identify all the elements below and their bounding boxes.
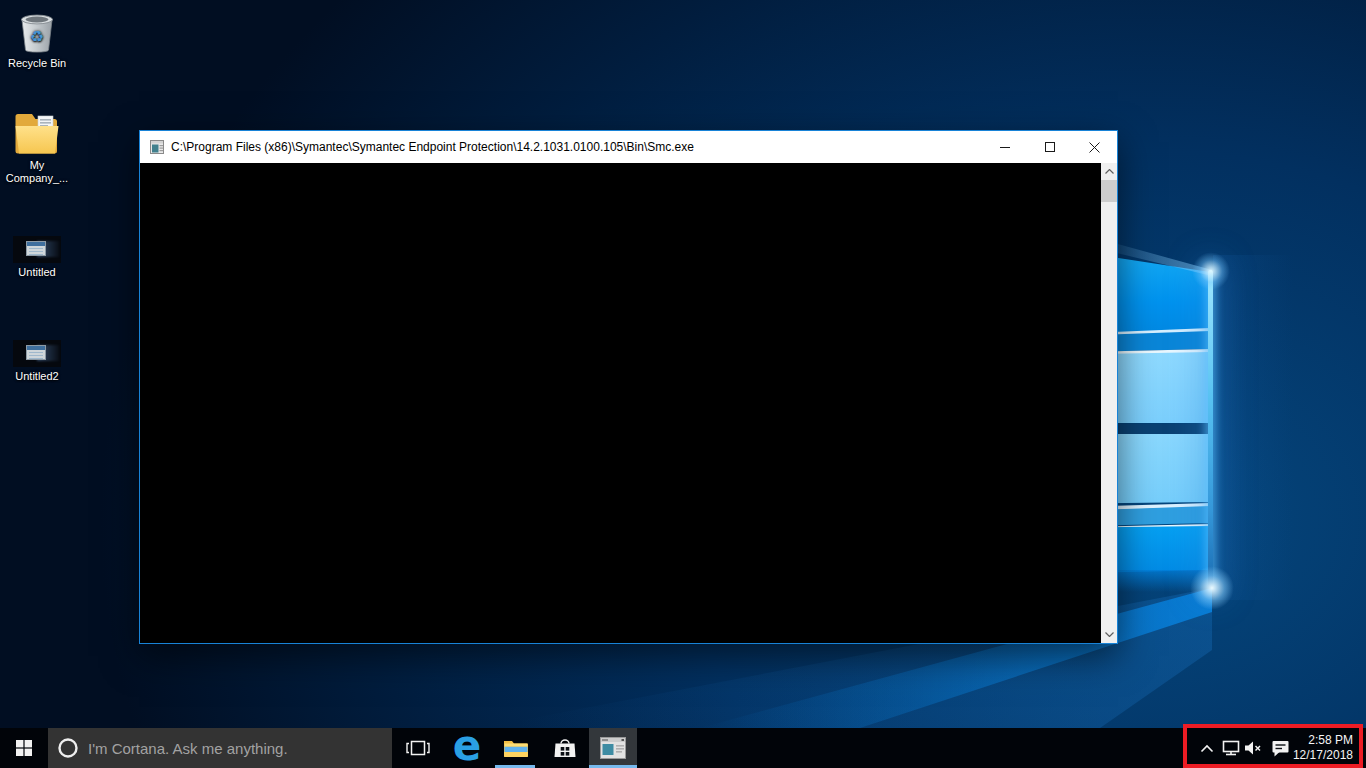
task-view-icon (406, 738, 430, 758)
recycle-bin-icon: ♻ (17, 8, 57, 54)
wallpaper-glow (1213, 255, 1293, 600)
edge-browser-button[interactable]: e (443, 728, 491, 768)
desktop-icon-untitled[interactable]: Untitled (0, 236, 74, 279)
console-output[interactable] (140, 163, 1101, 643)
scroll-up-button[interactable] (1101, 163, 1117, 180)
chevron-up-icon (1105, 169, 1114, 174)
close-icon (1089, 142, 1100, 153)
file-explorer-icon (503, 737, 529, 759)
desktop-icon-my-company-folder[interactable]: My Company_... (0, 110, 74, 185)
wallpaper-glow (1190, 566, 1234, 610)
cortana-icon (57, 737, 79, 759)
desktop-icon-label: Recycle Bin (1, 57, 73, 70)
store-icon (552, 736, 578, 760)
svg-text:e: e (453, 734, 482, 762)
maximize-button[interactable] (1027, 131, 1072, 163)
untitled2-thumbnail-icon (13, 340, 61, 367)
minimize-button[interactable] (982, 131, 1027, 163)
start-button[interactable] (0, 728, 48, 768)
close-button[interactable] (1072, 131, 1117, 163)
minimize-icon (1000, 142, 1010, 152)
console-window-icon (600, 737, 626, 759)
console-app-icon (150, 140, 164, 154)
wallpaper-glow (1192, 252, 1230, 290)
window-titlebar[interactable]: C:\Program Files (x86)\Symantec\Symantec… (140, 131, 1117, 163)
store-button[interactable] (541, 728, 589, 768)
desktop-icon-untitled2[interactable]: Untitled2 (0, 340, 74, 383)
console-task-button[interactable] (589, 728, 637, 768)
console-window: C:\Program Files (x86)\Symantec\Symantec… (139, 130, 1118, 644)
window-title: C:\Program Files (x86)\Symantec\Symantec… (171, 140, 694, 154)
cortana-search-box[interactable]: I'm Cortana. Ask me anything. (48, 728, 392, 768)
chevron-down-icon (1105, 632, 1114, 637)
maximize-icon (1045, 142, 1055, 152)
scrollbar[interactable] (1101, 163, 1117, 643)
file-explorer-button[interactable] (492, 728, 540, 768)
folder-icon (14, 110, 60, 156)
svg-text:♻: ♻ (30, 27, 44, 46)
untitled-thumbnail-icon (13, 236, 61, 263)
scroll-down-button[interactable] (1101, 626, 1117, 643)
desktop-icon-recycle-bin[interactable]: ♻ Recycle Bin (0, 8, 74, 70)
desktop-icon-label: Untitled (1, 266, 73, 279)
windows-logo-icon (16, 740, 32, 756)
edge-icon: e (452, 734, 482, 762)
task-view-button[interactable] (394, 728, 442, 768)
desktop-icon-label: Untitled2 (1, 370, 73, 383)
tray-highlight-annotation (1183, 724, 1363, 768)
desktop-icon-label: My Company_... (1, 159, 73, 185)
search-placeholder: I'm Cortana. Ask me anything. (88, 740, 288, 757)
wallpaper-light-edge (1208, 270, 1213, 588)
taskbar: I'm Cortana. Ask me anything. e (0, 728, 1366, 768)
scrollbar-thumb[interactable] (1101, 180, 1117, 202)
